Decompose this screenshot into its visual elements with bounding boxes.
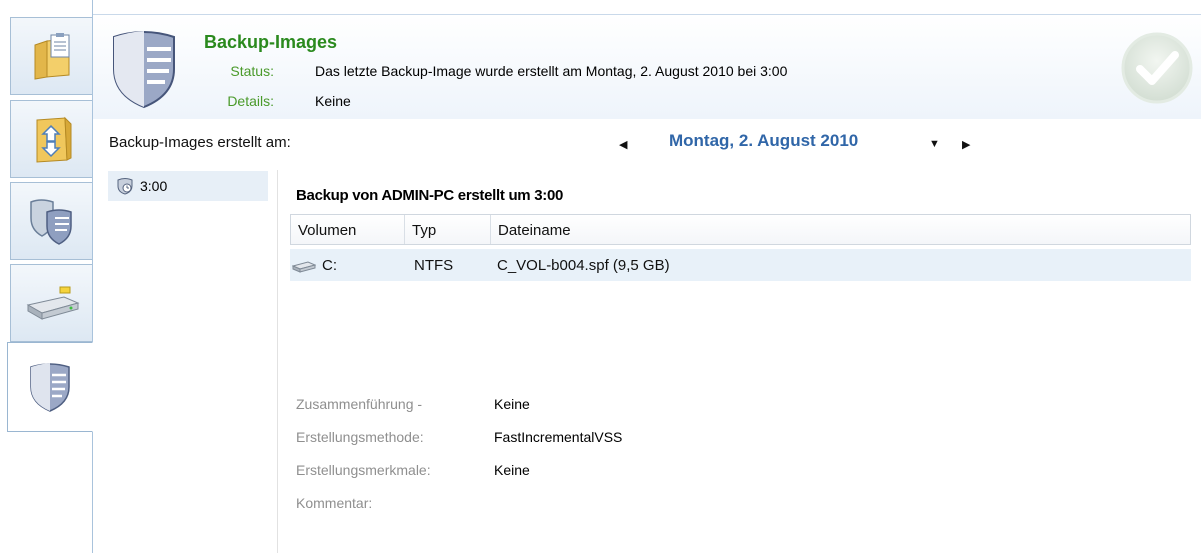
status-label: Status: <box>230 63 274 79</box>
drive-icon <box>292 261 316 273</box>
time-list-item[interactable]: 3:00 <box>108 171 268 201</box>
volume-table-header: Volumen Typ Dateiname <box>290 214 1191 245</box>
header: Backup-Images Status: Das letzte Backup-… <box>93 14 1201 119</box>
panel-divider <box>277 170 278 553</box>
time-list-item-label: 3:00 <box>140 178 168 194</box>
status-value: Das letzte Backup-Image wurde erstellt a… <box>315 63 788 79</box>
creation-features-value: Keine <box>494 462 530 478</box>
cell-volume: C: <box>322 257 337 274</box>
shield-icon <box>30 363 70 412</box>
merge-label: Zusammenführung - <box>296 396 423 412</box>
checkmark-icon <box>1121 32 1193 104</box>
comment-label: Kommentar: <box>296 495 373 511</box>
date-dropdown-chevron-icon[interactable]: ▼ <box>929 138 940 150</box>
creation-features-label: Erstellungsmerkmale: <box>296 462 431 478</box>
hard-drive-icon <box>26 286 80 320</box>
next-date-arrow-icon[interactable]: ▶ <box>962 138 970 151</box>
double-shield-icon <box>29 199 72 245</box>
cell-filename: C_VOL-b004.spf (9,5 GB) <box>497 257 670 274</box>
details-label: Details: <box>227 93 274 109</box>
table-row[interactable]: C: NTFS C_VOL-b004.spf (9,5 GB) <box>290 249 1191 281</box>
column-header-type[interactable]: Typ <box>405 215 491 244</box>
folder-restore-icon <box>36 116 71 163</box>
sidebar-item-backup-images[interactable] <box>10 182 92 260</box>
sidebar-item-tasks[interactable] <box>10 17 92 95</box>
sidebar <box>0 0 93 553</box>
sidebar-item-drives[interactable] <box>10 264 92 342</box>
date-label: Backup-Images erstellt am: <box>109 134 291 151</box>
column-header-volume[interactable]: Volumen <box>291 215 405 244</box>
header-shield-icon <box>113 31 175 109</box>
page-title: Backup-Images <box>204 32 338 52</box>
detail-title: Backup von ADMIN-PC erstellt um 3:00 <box>296 187 564 204</box>
date-picker-value[interactable]: Montag, 2. August 2010 <box>669 131 858 151</box>
column-header-filename[interactable]: Dateiname <box>491 215 1190 244</box>
merge-value: Keine <box>494 396 530 412</box>
creation-method-value: FastIncrementalVSS <box>494 429 623 445</box>
creation-method-label: Erstellungsmethode: <box>296 429 424 445</box>
prev-date-arrow-icon[interactable]: ◀ <box>619 138 627 151</box>
cell-type: NTFS <box>414 257 454 274</box>
sidebar-item-shield[interactable] <box>7 342 93 432</box>
folder-clipboard-icon <box>34 33 69 80</box>
sidebar-item-restore[interactable] <box>10 100 92 178</box>
details-value: Keine <box>315 93 351 109</box>
backup-shield-small-icon <box>117 178 133 195</box>
